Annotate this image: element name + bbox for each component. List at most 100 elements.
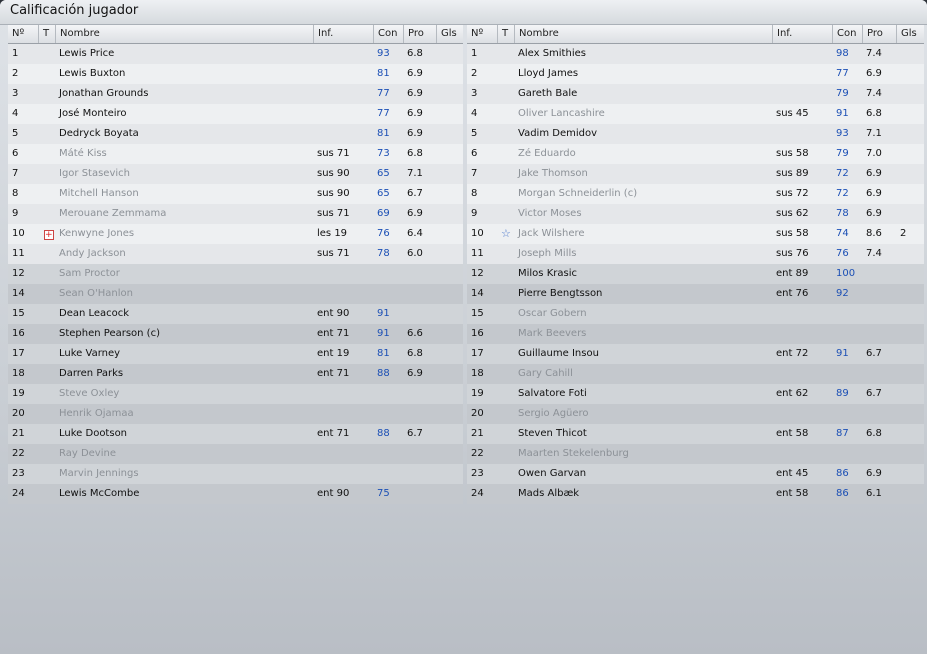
cell-goals	[896, 404, 924, 424]
cell-type	[38, 144, 55, 164]
cell-type	[497, 164, 514, 184]
column-header-name[interactable]: Nombre	[514, 25, 772, 43]
title-bar: Calificación jugador	[0, 0, 927, 25]
table-row[interactable]: 3 Jonathan Grounds 77 6.9	[8, 84, 463, 104]
column-header-goals[interactable]: Gls	[436, 25, 463, 43]
cell-name: Morgan Schneiderlin (c)	[518, 188, 638, 199]
table-row[interactable]: 7 Jake Thomson sus 89 72 6.9	[467, 164, 924, 184]
table-row[interactable]: 22 Maarten Stekelenburg	[467, 444, 924, 464]
cell-condition: 91	[377, 308, 390, 319]
column-header-info[interactable]: Inf.	[313, 25, 373, 43]
cell-type	[38, 124, 55, 144]
star-icon: ☆	[501, 227, 511, 240]
column-header-type[interactable]: T	[497, 25, 514, 43]
table-row[interactable]: 16 Stephen Pearson (c) ent 71 91 6.6	[8, 324, 463, 344]
table-row[interactable]: 1 Lewis Price 93 6.8	[8, 44, 463, 64]
cell-name: Steven Thicot	[518, 428, 587, 439]
cell-condition: 76	[377, 228, 390, 239]
table-row[interactable]: 23 Marvin Jennings	[8, 464, 463, 484]
cell-info	[772, 124, 832, 144]
table-row[interactable]: 2 Lloyd James 77 6.9	[467, 64, 924, 84]
table-row[interactable]: 23 Owen Garvan ent 45 86 6.9	[467, 464, 924, 484]
column-header-type[interactable]: T	[38, 25, 55, 43]
cell-condition: 81	[377, 68, 390, 79]
column-header-number[interactable]: Nº	[8, 25, 38, 43]
table-row[interactable]: 5 Dedryck Boyata 81 6.9	[8, 124, 463, 144]
cell-number: 8	[12, 188, 19, 199]
table-row[interactable]: 6 Máté Kiss sus 71 73 6.8	[8, 144, 463, 164]
cell-rating: 6.8	[407, 348, 423, 359]
cell-number: 3	[12, 88, 19, 99]
cell-rating: 6.7	[407, 428, 423, 439]
table-row[interactable]: 6 Zé Eduardo sus 58 79 7.0	[467, 144, 924, 164]
table-row[interactable]: 21 Luke Dootson ent 71 88 6.7	[8, 424, 463, 444]
table-row[interactable]: 3 Gareth Bale 79 7.4	[467, 84, 924, 104]
table-row[interactable]: 8 Morgan Schneiderlin (c) sus 72 72 6.9	[467, 184, 924, 204]
table-row[interactable]: 20 Sergio Agüero	[467, 404, 924, 424]
cell-rating: 6.8	[866, 108, 882, 119]
table-row[interactable]: 10 ☆ Jack Wilshere sus 58 74 8.6 2	[467, 224, 924, 244]
table-row[interactable]: 14 Sean O'Hanlon	[8, 284, 463, 304]
cell-goals	[436, 184, 463, 204]
cell-name: Oscar Gobern	[518, 308, 587, 319]
cell-condition: 78	[836, 208, 849, 219]
table-row[interactable]: 17 Luke Varney ent 19 81 6.8	[8, 344, 463, 364]
cell-info	[313, 64, 373, 84]
column-header-condition[interactable]: Con	[832, 25, 862, 43]
table-row[interactable]: 11 Andy Jackson sus 71 78 6.0	[8, 244, 463, 264]
cell-info: ent 58	[776, 488, 809, 499]
table-row[interactable]: 18 Darren Parks ent 71 88 6.9	[8, 364, 463, 384]
table-row[interactable]: 10 Kenwyne Jones les 19 76 6.4	[8, 224, 463, 244]
column-header-rating[interactable]: Pro	[862, 25, 896, 43]
table-row[interactable]: 21 Steven Thicot ent 58 87 6.8	[467, 424, 924, 444]
cell-number: 23	[471, 468, 484, 479]
table-row[interactable]: 20 Henrik Ojamaa	[8, 404, 463, 424]
table-row[interactable]: 4 José Monteiro 77 6.9	[8, 104, 463, 124]
table-row[interactable]: 24 Mads Albæk ent 58 86 6.1	[467, 484, 924, 504]
table-row[interactable]: 12 Sam Proctor	[8, 264, 463, 284]
table-row[interactable]: 2 Lewis Buxton 81 6.9	[8, 64, 463, 84]
cell-number: 19	[12, 388, 25, 399]
cell-number: 14	[12, 288, 25, 299]
table-row[interactable]: 16 Mark Beevers	[467, 324, 924, 344]
table-row[interactable]: 9 Merouane Zemmama sus 71 69 6.9	[8, 204, 463, 224]
cell-type	[38, 44, 55, 64]
column-header-info[interactable]: Inf.	[772, 25, 832, 43]
table-row[interactable]: 24 Lewis McCombe ent 90 75	[8, 484, 463, 504]
table-row[interactable]: 8 Mitchell Hanson sus 90 65 6.7	[8, 184, 463, 204]
table-row[interactable]: 11 Joseph Mills sus 76 76 7.4	[467, 244, 924, 264]
cell-name: Sam Proctor	[59, 268, 120, 279]
table-row[interactable]: 1 Alex Smithies 98 7.4	[467, 44, 924, 64]
cell-goals	[896, 284, 924, 304]
table-row[interactable]: 19 Salvatore Foti ent 62 89 6.7	[467, 384, 924, 404]
cell-rating	[862, 284, 896, 304]
cell-type	[38, 464, 55, 484]
table-row[interactable]: 15 Dean Leacock ent 90 91	[8, 304, 463, 324]
table-row[interactable]: 17 Guillaume Insou ent 72 91 6.7	[467, 344, 924, 364]
cell-info	[313, 464, 373, 484]
cell-type	[38, 284, 55, 304]
table-row[interactable]: 14 Pierre Bengtsson ent 76 92	[467, 284, 924, 304]
table-row[interactable]: 22 Ray Devine	[8, 444, 463, 464]
cell-goals	[896, 384, 924, 404]
cell-goals	[436, 364, 463, 384]
table-row[interactable]: 12 Milos Krasic ent 89 100	[467, 264, 924, 284]
table-row[interactable]: 15 Oscar Gobern	[467, 304, 924, 324]
column-header-condition[interactable]: Con	[373, 25, 403, 43]
column-header-number[interactable]: Nº	[467, 25, 497, 43]
table-row[interactable]: 4 Oliver Lancashire sus 45 91 6.8	[467, 104, 924, 124]
cell-rating	[862, 404, 896, 424]
cell-info	[772, 64, 832, 84]
table-row[interactable]: 7 Igor Stasevich sus 90 65 7.1	[8, 164, 463, 184]
column-header-name[interactable]: Nombre	[55, 25, 313, 43]
column-header-goals[interactable]: Gls	[896, 25, 924, 43]
cell-condition: 87	[836, 428, 849, 439]
cell-type	[497, 344, 514, 364]
table-row[interactable]: 5 Vadim Demidov 93 7.1	[467, 124, 924, 144]
cell-goals	[436, 124, 463, 144]
table-row[interactable]: 18 Gary Cahill	[467, 364, 924, 384]
cell-info: ent 71	[317, 328, 350, 339]
table-row[interactable]: 19 Steve Oxley	[8, 384, 463, 404]
table-row[interactable]: 9 Victor Moses sus 62 78 6.9	[467, 204, 924, 224]
column-header-rating[interactable]: Pro	[403, 25, 436, 43]
